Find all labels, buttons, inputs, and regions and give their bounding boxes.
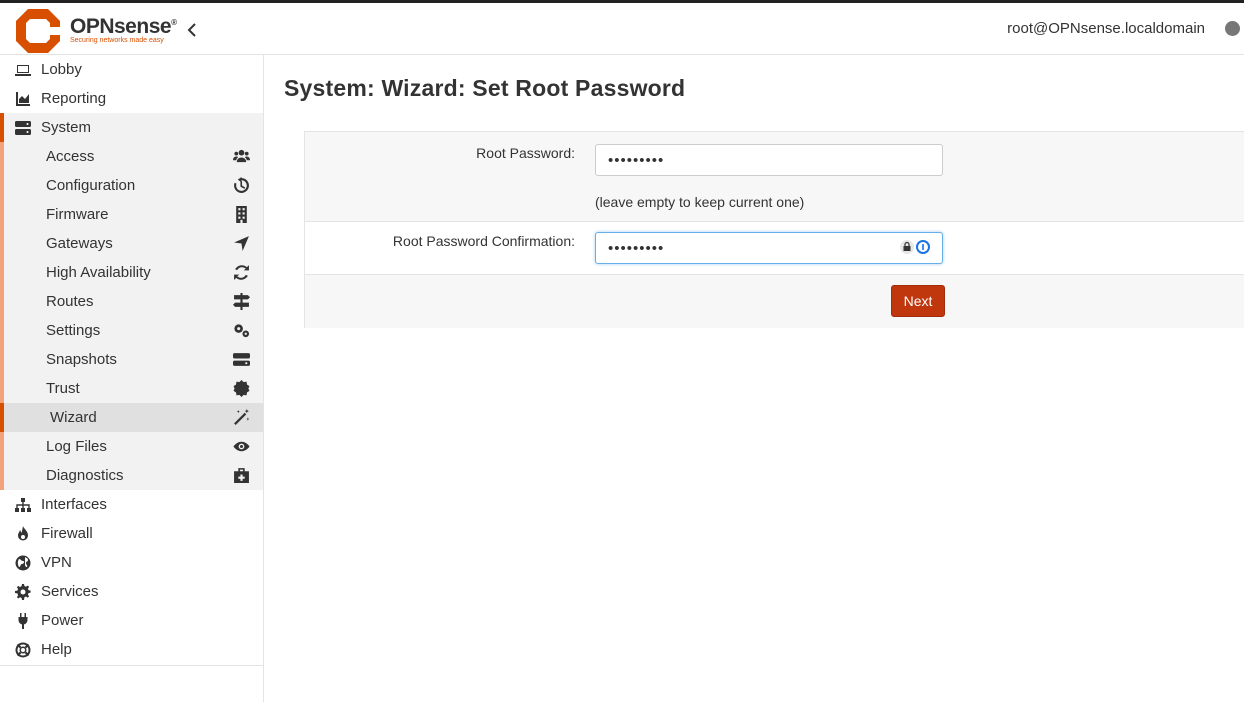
- next-button[interactable]: Next: [891, 285, 945, 317]
- sidebar-item-label: Wizard: [50, 409, 97, 426]
- root-password-label: Root Password:: [476, 145, 575, 161]
- sidebar-item-firmware[interactable]: Firmware: [4, 200, 263, 229]
- refresh-icon: [232, 264, 250, 281]
- root-password-confirm-row: Root Password Confirmation: •••••••••: [305, 222, 1244, 275]
- sidebar-item-configuration[interactable]: Configuration: [4, 171, 263, 200]
- root-password-confirm-value: •••••••••: [608, 239, 665, 257]
- root-password-confirm-label: Root Password Confirmation:: [392, 233, 575, 249]
- signs-icon: [232, 293, 250, 310]
- actions-row: Next: [305, 275, 1244, 328]
- password-manager-icons: [900, 240, 930, 254]
- sidebar: Lobby Reporting System Access Configurat…: [0, 55, 264, 702]
- sidebar-item-label: Snapshots: [46, 351, 117, 368]
- sidebar-item-firewall[interactable]: Firewall: [0, 519, 263, 548]
- sidebar-item-access[interactable]: Access: [4, 142, 263, 171]
- sidebar-item-vpn[interactable]: VPN: [0, 548, 263, 577]
- sidebar-item-label: Gateways: [46, 235, 113, 252]
- sidebar-item-lobby[interactable]: Lobby: [0, 55, 263, 84]
- life-ring-icon: [14, 642, 32, 658]
- logo-name: OPNsense®: [70, 14, 177, 38]
- history-icon: [232, 177, 250, 194]
- sidebar-item-reporting[interactable]: Reporting: [0, 84, 263, 113]
- chart-area-icon: [14, 91, 32, 107]
- password-manager-icon[interactable]: [916, 240, 930, 254]
- user-menu[interactable]: root@OPNsense.localdomain: [1007, 20, 1205, 37]
- sidebar-item-label: Trust: [46, 380, 80, 397]
- lock-icon[interactable]: [900, 240, 914, 254]
- sidebar-item-help[interactable]: Help: [0, 635, 263, 664]
- sidebar-item-gateways[interactable]: Gateways: [4, 229, 263, 258]
- sidebar-item-services[interactable]: Services: [0, 577, 263, 606]
- sidebar-item-diagnostics[interactable]: Diagnostics: [4, 461, 263, 490]
- sidebar-item-label: Firmware: [46, 206, 109, 223]
- certificate-icon: [232, 380, 250, 397]
- eye-icon: [232, 438, 250, 455]
- chevron-left-icon[interactable]: [186, 21, 200, 39]
- server-icon: [14, 120, 32, 136]
- sidebar-item-label: Help: [41, 641, 72, 658]
- sidebar-item-label: Interfaces: [41, 496, 107, 513]
- sidebar-item-label: Services: [41, 583, 99, 600]
- sidebar-item-label: Diagnostics: [46, 467, 124, 484]
- globe-icon: [14, 555, 32, 571]
- root-password-input[interactable]: •••••••••: [595, 144, 943, 176]
- hdd-icon: [232, 351, 250, 368]
- logo-tagline: Securing networks made easy: [70, 36, 164, 44]
- sidebar-item-label: Configuration: [46, 177, 136, 194]
- sidebar-item-high-availability[interactable]: High Availability: [4, 258, 263, 287]
- sidebar-item-label: Lobby: [41, 61, 82, 78]
- sidebar-item-label: Firewall: [41, 525, 93, 542]
- sidebar-item-label: Routes: [46, 293, 94, 310]
- wizard-form-panel: Root Password: ••••••••• (leave empty to…: [304, 131, 1244, 328]
- sidebar-item-label: Settings: [46, 322, 101, 339]
- sidebar-item-label: Access: [46, 148, 95, 165]
- fire-icon: [14, 525, 32, 542]
- sidebar-item-trust[interactable]: Trust: [4, 374, 263, 403]
- sidebar-item-wizard[interactable]: Wizard: [0, 403, 263, 432]
- system-submenu: Access Configuration Firmware Gateways H…: [0, 142, 263, 490]
- sidebar-item-label: High Availability: [46, 264, 151, 281]
- cog-icon: [14, 583, 32, 600]
- opnsense-logo[interactable]: OPNsense® Securing networks made easy: [14, 7, 177, 55]
- sitemap-icon: [14, 497, 32, 513]
- medkit-icon: [232, 467, 250, 484]
- sidebar-item-system[interactable]: System: [0, 113, 263, 142]
- laptop-icon: [14, 62, 32, 78]
- sidebar-item-label: Reporting: [41, 90, 107, 107]
- sidebar-item-label: Power: [41, 612, 84, 629]
- magic-icon: [232, 409, 250, 426]
- root-password-row: Root Password: ••••••••• (leave empty to…: [305, 132, 1244, 222]
- status-dot-icon[interactable]: [1225, 21, 1240, 36]
- sidebar-item-label: VPN: [41, 554, 72, 571]
- sidebar-item-log-files[interactable]: Log Files: [4, 432, 263, 461]
- sidebar-item-snapshots[interactable]: Snapshots: [4, 345, 263, 374]
- root-password-confirm-input[interactable]: •••••••••: [595, 232, 943, 264]
- location-arrow-icon: [232, 235, 250, 252]
- sidebar-item-settings[interactable]: Settings: [4, 316, 263, 345]
- sidebar-item-label: Log Files: [46, 438, 107, 455]
- sidebar-item-interfaces[interactable]: Interfaces: [0, 490, 263, 519]
- plug-icon: [14, 612, 32, 629]
- opnsense-logo-mark-icon: [14, 7, 62, 55]
- root-password-hint: (leave empty to keep current one): [595, 194, 805, 210]
- top-header: OPNsense® Securing networks made easy ro…: [0, 0, 1244, 55]
- page-title: System: Wizard: Set Root Password: [284, 75, 686, 101]
- sidebar-item-power[interactable]: Power: [0, 606, 263, 635]
- users-icon: [232, 148, 250, 165]
- building-icon: [232, 206, 250, 223]
- sidebar-divider: [0, 665, 263, 666]
- sidebar-item-routes[interactable]: Routes: [4, 287, 263, 316]
- cogs-icon: [232, 322, 250, 339]
- sidebar-item-label: System: [41, 119, 92, 136]
